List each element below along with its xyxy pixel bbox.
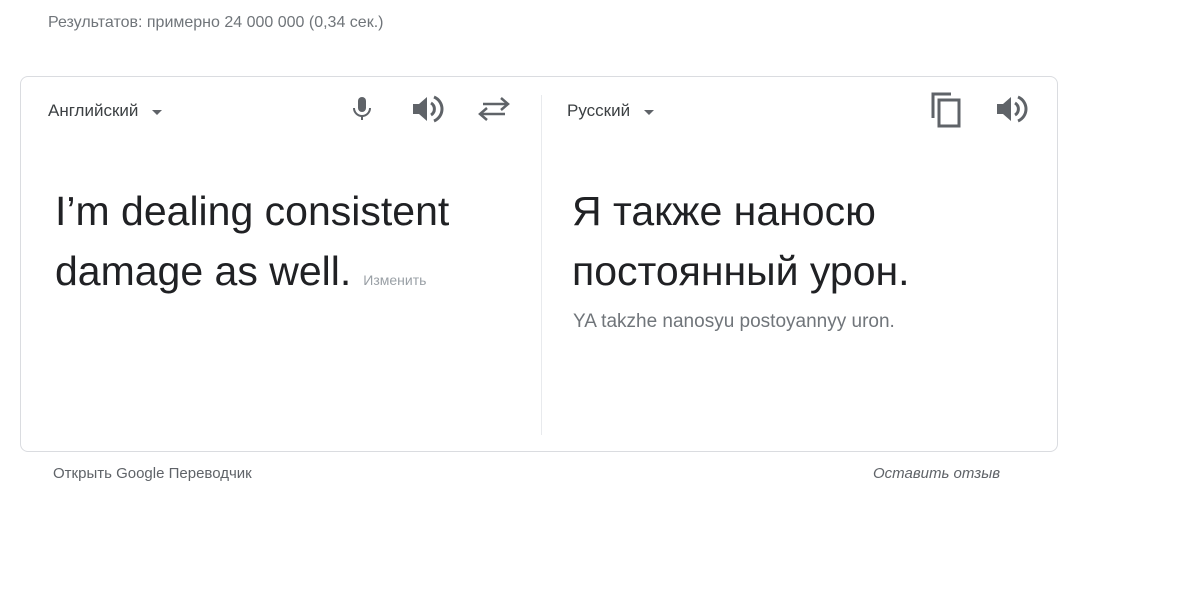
- send-feedback-link[interactable]: Оставить отзыв: [873, 465, 1000, 482]
- edit-link[interactable]: Изменить: [363, 272, 426, 288]
- source-language-select[interactable]: Английский: [48, 101, 163, 121]
- speaker-icon: [413, 95, 444, 123]
- translate-card: Английский I’m dealing consistent damage…: [20, 76, 1058, 452]
- panel-divider: [541, 95, 542, 435]
- results-stats: Результатов: примерно 24 000 000 (0,34 с…: [48, 14, 384, 31]
- chevron-down-icon: [644, 109, 655, 115]
- translation-text: Я также наносю постоянный урон.: [572, 188, 910, 294]
- listen-translation-button[interactable]: [994, 91, 1030, 127]
- copy-translation-button[interactable]: [928, 91, 964, 128]
- target-language-select[interactable]: Русский: [567, 101, 655, 121]
- swap-languages-button[interactable]: [476, 91, 512, 127]
- page: Результатов: примерно 24 000 000 (0,34 с…: [0, 0, 1200, 595]
- source-language-label: Английский: [48, 101, 139, 120]
- copy-icon: [931, 92, 961, 128]
- listen-source-button[interactable]: [410, 91, 446, 127]
- open-google-translate-link[interactable]: Открыть Google Переводчик: [53, 465, 252, 482]
- speaker-icon: [997, 95, 1028, 123]
- target-language-label: Русский: [567, 101, 631, 120]
- source-text[interactable]: I’m dealing consistent damage as well. Из…: [55, 181, 495, 310]
- microphone-icon: [353, 97, 371, 120]
- swap-languages-icon: [478, 97, 510, 121]
- transliteration-text: YA takzhe nanosyu postoyannyy uron.: [573, 311, 895, 332]
- microphone-button[interactable]: [344, 91, 380, 127]
- chevron-down-icon: [152, 109, 163, 115]
